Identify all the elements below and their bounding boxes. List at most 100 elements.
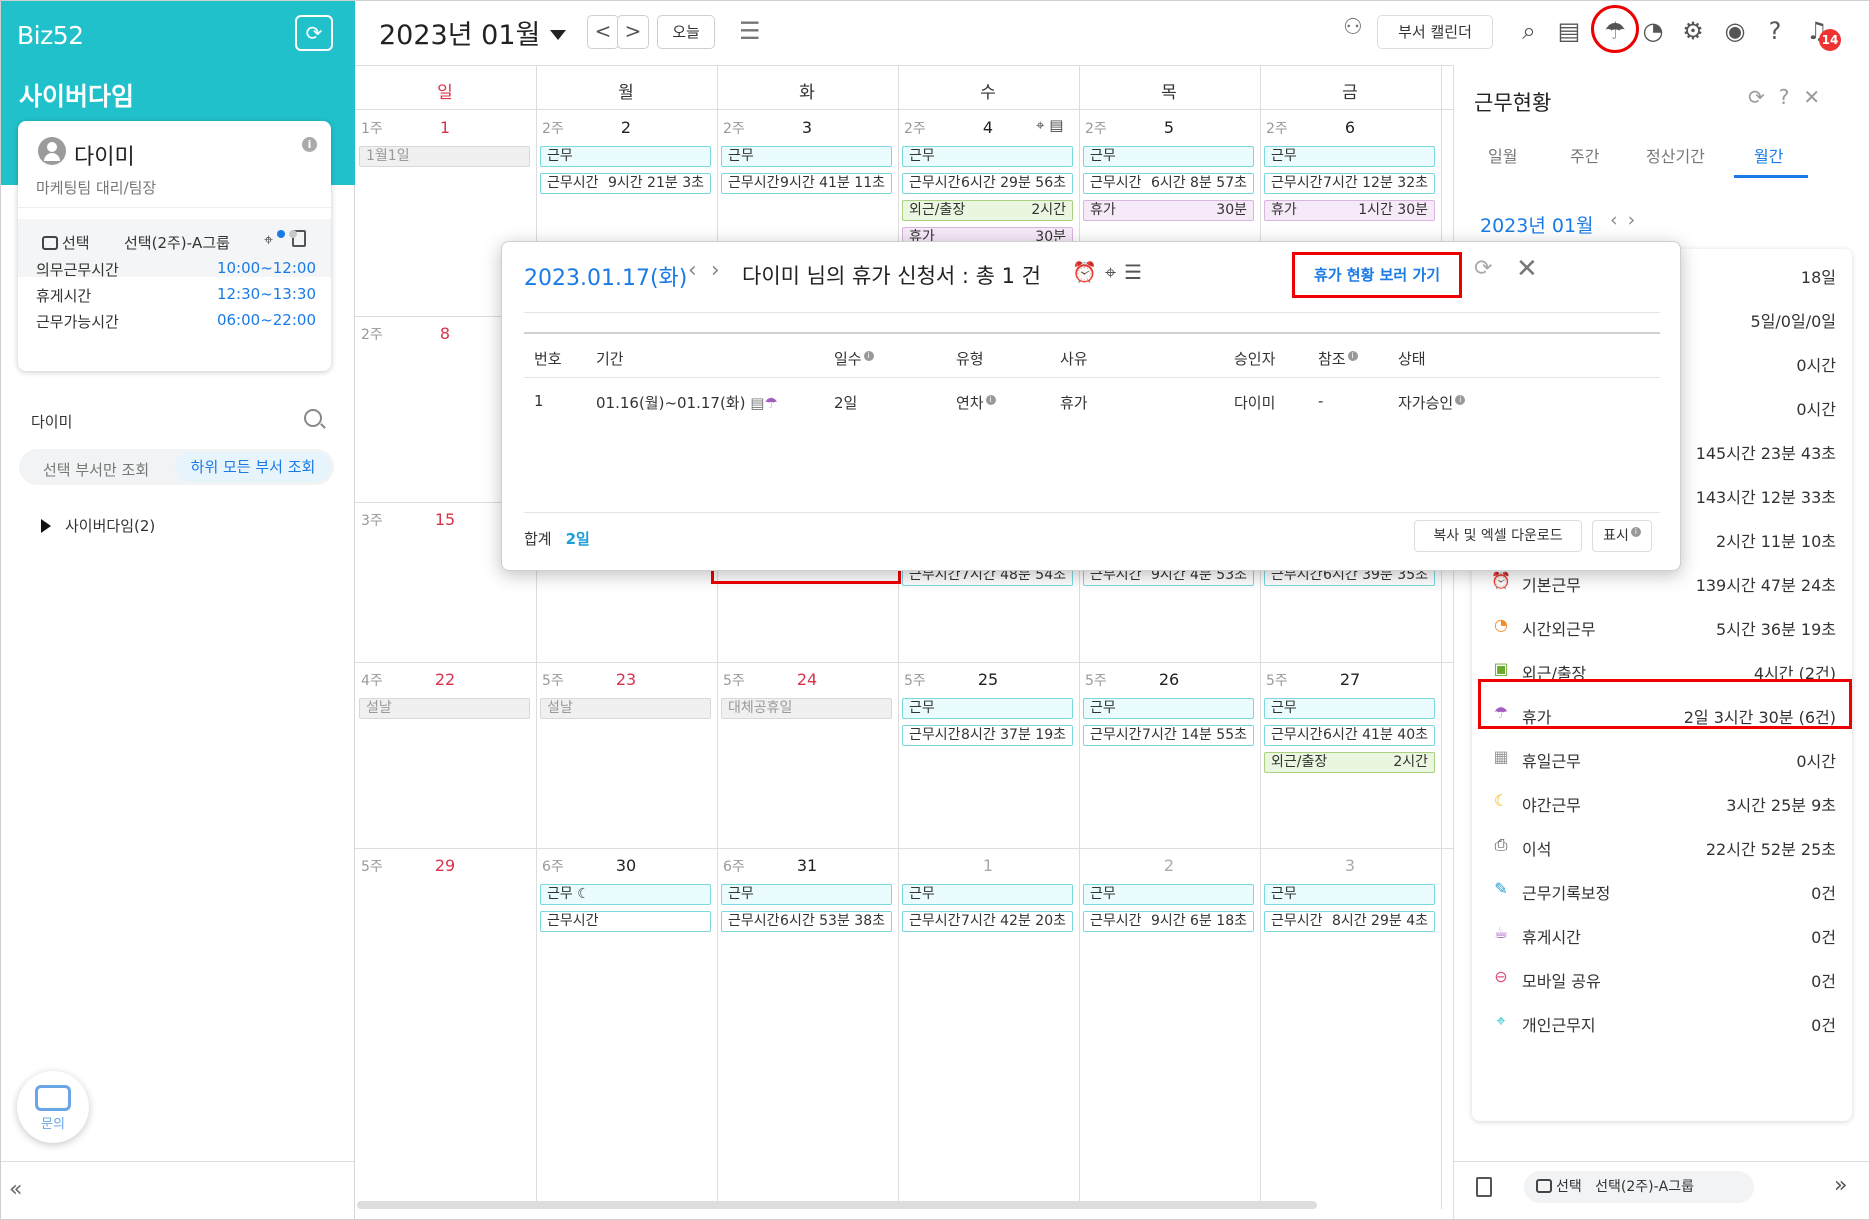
stat-row[interactable]: ✎ 근무기록보정 0건 [1490, 871, 1836, 911]
member-search[interactable]: 다이미 [19, 401, 334, 437]
day-cell[interactable]: 6주 31 근무 09:53:00~17:46:38 근무시간6시간 53분 38초 [717, 848, 898, 1209]
calendar-event[interactable]: 근무시간 6시간 41분 40초 [1264, 725, 1435, 746]
pager-dot[interactable] [289, 230, 297, 238]
user-icon[interactable]: ⚇ [1343, 15, 1363, 40]
tab-monthly[interactable]: 월간 [1754, 143, 1783, 167]
account-icon[interactable]: ◉ [1719, 13, 1751, 49]
calendar-event[interactable]: 근무 09:56:30~19:25:34 [1264, 884, 1435, 905]
calendar-event[interactable]: 근무 09:54:16~18:50:07 [902, 884, 1073, 905]
info-icon[interactable]: i [863, 351, 874, 361]
pager-dots[interactable] [273, 223, 297, 242]
day-cell[interactable]: 4주 22 설날 [355, 662, 536, 848]
stat-row[interactable]: ▦ 휴일근무 0시간 [1490, 739, 1836, 779]
help-icon[interactable]: ? [1779, 85, 1804, 109]
location-icon[interactable]: ⌖ [264, 230, 273, 250]
calendar-event[interactable]: 근무 ☾ 09:54:45~24:25:52 [540, 884, 711, 905]
calendar-event[interactable]: 근무 10:02:01~20:43:12 [721, 146, 892, 167]
day-cell[interactable]: 5주 27 근무 10:01:11~17:52:01 근무시간6시간 41분 40초외근… [1260, 662, 1441, 848]
chevron-left-icon[interactable]: ‹ [1610, 209, 1628, 231]
close-icon[interactable]: ✕ [1803, 85, 1834, 109]
expand-icon[interactable] [41, 519, 51, 533]
info-icon[interactable]: i [1630, 527, 1641, 537]
calendar-event[interactable]: 휴가 1시간 30분 [1264, 200, 1435, 221]
chevron-left-icon[interactable]: ‹ [688, 258, 711, 283]
filter-icon[interactable]: ☰ [739, 17, 761, 45]
tab-daily[interactable]: 일월 [1488, 143, 1517, 167]
expand-panel-icon[interactable]: » [1834, 1173, 1847, 1198]
location-icon[interactable]: ⌖ [1105, 260, 1124, 284]
gear-icon[interactable]: ⚙ [1677, 13, 1709, 49]
calendar-event[interactable]: 설날 [359, 698, 530, 719]
view-leave-status-link[interactable]: 휴가 현황 보러 가기 [1292, 252, 1462, 298]
calendar-event[interactable]: 외근/출장 2시간 [1264, 752, 1435, 773]
document-icon[interactable]: ▤ [750, 394, 764, 412]
day-cell[interactable]: 5주 25 근무 09:47:46~19:25:05 근무시간8시간 37분 19초 [898, 662, 1079, 848]
month-selector[interactable]: 2023년 01월 [379, 13, 567, 52]
calendar-event[interactable]: 대체공휴일 [721, 698, 892, 719]
refresh-icon[interactable]: ⟳ [1474, 256, 1492, 281]
copy-excel-button[interactable]: 복사 및 엑셀 다운로드 [1414, 520, 1582, 552]
chevron-right-icon[interactable]: › [1628, 209, 1646, 231]
calendar-event[interactable]: 근무 09:47:03~17:59:35 [1264, 146, 1435, 167]
calendar-event[interactable]: 근무시간 6시간 53분 38초 [721, 911, 892, 932]
day-cell[interactable]: 2 근무 09:55:02~20:01:20 근무시간 9시간 6분 18초 [1079, 848, 1260, 1209]
inquiry-button[interactable]: 문의 [17, 1071, 89, 1143]
stat-row[interactable]: ⎙ 이석 22시간 52분 25초 [1490, 827, 1836, 867]
location-icon[interactable]: ⌖ ▤ [1036, 116, 1063, 134]
dept-tree-item[interactable]: 사이버다임(2) [41, 515, 155, 536]
calendar-event[interactable]: 설날 [540, 698, 711, 719]
calendar-event[interactable]: 근무 09:46:05~20:58:36 [540, 146, 711, 167]
pie-chart-icon[interactable]: ◔ [1637, 13, 1669, 49]
calendar-event[interactable]: 외근/출장 2시간 [902, 200, 1073, 221]
stat-row[interactable]: ⌖ 개인근무지 0건 [1490, 1003, 1836, 1043]
refresh-icon[interactable]: ⟳ [1748, 85, 1779, 109]
document-icon[interactable] [1476, 1177, 1492, 1197]
calendar-event[interactable]: 근무시간 8시간 29분 4초 [1264, 911, 1435, 932]
toggle-all-sub-dept[interactable]: 하위 모든 부서 조회 [175, 452, 331, 482]
chevron-right-icon[interactable]: › [711, 258, 734, 283]
app-logo[interactable]: Biz52 [17, 21, 84, 50]
info-icon[interactable]: i [302, 137, 317, 152]
stat-row[interactable]: ◔ 시간외근무 5시간 36분 19초 [1490, 607, 1836, 647]
info-icon[interactable]: i [1347, 351, 1358, 361]
calendar-event[interactable]: 1월1일 [359, 146, 530, 167]
calendar-event[interactable]: 휴가 30분 [1083, 200, 1254, 221]
collapse-sidebar-icon[interactable]: « [9, 1177, 22, 1202]
table-row[interactable]: 1 01.16(월)~01.17(화) ▤☂ 2일 연차 i 휴가 다이미 - 자… [524, 378, 1660, 428]
stat-row[interactable]: ⊖ 모바일 공유 0건 [1490, 959, 1836, 999]
horizontal-scrollbar[interactable] [357, 1201, 1317, 1209]
calendar-event[interactable]: 근무시간 7시간 42분 20초 [902, 911, 1073, 932]
search-icon[interactable] [304, 409, 322, 427]
day-cell[interactable]: 3 근무 09:56:30~19:25:34 근무시간 8시간 29분 4초 [1260, 848, 1441, 1209]
today-button[interactable]: 오늘 [657, 15, 715, 49]
alarm-icon[interactable]: ⏰ [1072, 260, 1105, 284]
day-cell[interactable]: 5주 29 [355, 848, 536, 1209]
toggle-selected-dept[interactable]: 선택 부서만 조회 [43, 459, 149, 480]
tab-settlement[interactable]: 정산기간 [1646, 143, 1705, 167]
day-cell[interactable]: 5주 23 설날 [536, 662, 717, 848]
dept-scope-toggle[interactable]: 선택 부서만 조회 하위 모든 부서 조회 [19, 449, 334, 485]
calendar-event[interactable]: 근무시간 9시간 21분 3초 [540, 173, 711, 194]
day-cell[interactable]: 5주 26 근무 10:01:03~18:15:58 근무시간7시간 14분 55초 [1079, 662, 1260, 848]
calendar-event[interactable]: 근무시간 9시간 6분 18초 [1083, 911, 1254, 932]
calendar-event[interactable]: 근무 10:30:04~18:00:00 [902, 146, 1073, 167]
refresh-icon[interactable]: ⟳ [295, 15, 333, 51]
calendar-event[interactable]: 근무시간 8시간 37분 19초 [902, 725, 1073, 746]
close-icon[interactable]: ✕ [1516, 254, 1538, 284]
calendar-event[interactable]: 근무시간 9시간 41분 11초 [721, 173, 892, 194]
calendar-event[interactable]: 근무시간 11시간 51분 22초 [540, 911, 711, 932]
info-icon[interactable]: i [1455, 395, 1466, 405]
calendar-event[interactable]: 근무 10:30:00~17:38:57 [1083, 146, 1254, 167]
filter-icon[interactable]: ☰ [1124, 260, 1150, 284]
calendar-event[interactable]: 근무시간 7시간 14분 55초 [1083, 725, 1254, 746]
calendar-event[interactable]: 근무 09:53:00~17:46:38 [721, 884, 892, 905]
help-icon[interactable]: ? [1759, 13, 1791, 49]
list-icon[interactable]: ▤ [1553, 13, 1585, 49]
calendar-event[interactable]: 근무시간 7시간 12분 32초 [1264, 173, 1435, 194]
calendar-event[interactable]: 근무 10:01:03~18:15:58 [1083, 698, 1254, 719]
calendar-event[interactable]: 근무시간 6시간 8분 57초 [1083, 173, 1254, 194]
info-icon[interactable]: i [985, 395, 996, 405]
day-cell[interactable]: 6주 30 근무 ☾ 09:54:45~24:25:52 근무시간 11시간 51분 22… [536, 848, 717, 1209]
work-group-chip[interactable]: 선택 선택(2주)-A그룹 [1524, 1171, 1754, 1203]
display-button[interactable]: 표시 i [1592, 520, 1652, 552]
